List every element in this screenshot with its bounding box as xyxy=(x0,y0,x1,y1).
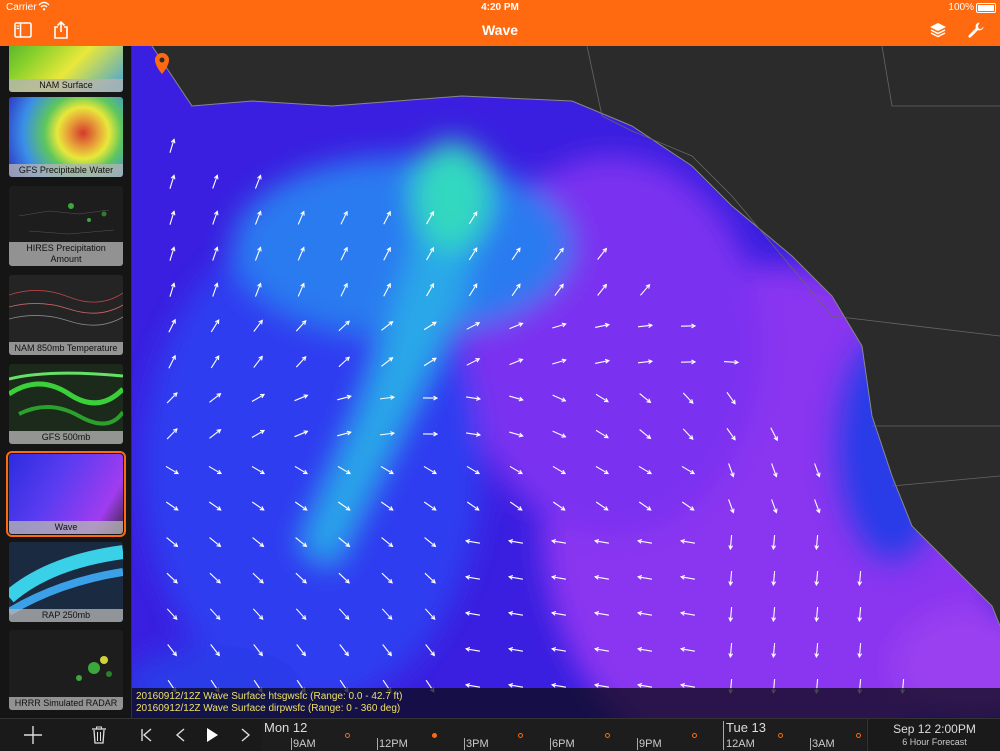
forecast-step-marker[interactable] xyxy=(605,733,610,738)
sidebar-item-nam-850mb[interactable]: NAM 850mb Temperature xyxy=(9,275,123,355)
sidebar-item-label: HIRES Precipitation Amount xyxy=(9,242,123,266)
clock: 4:20 PM xyxy=(0,2,1000,13)
wave-height-range: 20160912/12Z Wave Surface htsgwsfc (Rang… xyxy=(136,691,402,702)
hour-tick xyxy=(464,738,465,750)
timeline-hour-label: 6PM xyxy=(552,738,575,750)
forecast-step-marker-current[interactable] xyxy=(432,733,437,738)
trash-icon[interactable] xyxy=(90,723,108,747)
sidebar-item-hrrr-radar[interactable]: HRRR Simulated RADAR xyxy=(9,630,123,710)
battery-percentage: 100% xyxy=(948,2,974,13)
sidebar-item-gfs-precipitable-water[interactable]: GFS Precipitable Water xyxy=(9,97,123,177)
status-bar: Carrier 4:20 PM 100% xyxy=(0,0,1000,16)
model-sidebar[interactable]: NAM Surface GFS Precipitable Water HIRES… xyxy=(0,46,132,718)
map-canvas xyxy=(132,46,1000,718)
forecast-step-marker[interactable] xyxy=(345,733,350,738)
sidebar-item-hires-precipitation[interactable]: HIRES Precipitation Amount xyxy=(9,186,123,266)
sidebar-item-label: NAM Surface xyxy=(9,79,123,92)
hour-tick xyxy=(291,738,292,750)
timeline-hour-label: 9PM xyxy=(639,738,662,750)
timeline-hour-label: 9AM xyxy=(293,738,316,750)
sidebar-item-label: Wave xyxy=(9,521,123,534)
timeline-hour-label: 3PM xyxy=(466,738,489,750)
sidebar-item-label: NAM 850mb Temperature xyxy=(9,342,123,355)
play-icon[interactable] xyxy=(203,723,221,747)
forecast-date: Sep 12 2:00PM xyxy=(868,722,1000,736)
previous-icon[interactable] xyxy=(172,723,190,747)
hour-tick xyxy=(810,738,811,750)
page-title: Wave xyxy=(0,22,1000,38)
sidebar-item-wave[interactable]: Wave xyxy=(9,454,123,534)
layer-info-overlay: 20160912/12Z Wave Surface htsgwsfc (Rang… xyxy=(132,688,1000,718)
forecast-step-marker[interactable] xyxy=(778,733,783,738)
top-bar: Carrier 4:20 PM 100% Wave xyxy=(0,0,1000,46)
wave-map[interactable] xyxy=(132,46,1000,718)
next-icon[interactable] xyxy=(236,723,254,747)
forecast-time-display: Sep 12 2:00PM 6 Hour Forecast xyxy=(867,719,1000,751)
forecast-label: 6 Hour Forecast xyxy=(868,737,1000,747)
sidebar-item-label: HRRR Simulated RADAR xyxy=(9,697,123,710)
hour-tick xyxy=(637,738,638,750)
forecast-step-marker[interactable] xyxy=(856,733,861,738)
hour-tick xyxy=(550,738,551,750)
timeline-hour-label: 12AM xyxy=(726,738,755,750)
add-icon[interactable] xyxy=(22,723,44,747)
sidebar-item-label: GFS Precipitable Water xyxy=(9,164,123,177)
forecast-step-marker[interactable] xyxy=(518,733,523,738)
wrench-icon[interactable] xyxy=(965,20,987,40)
forecast-timeline[interactable]: Mon 12 Tue 13 9AM 12PM 3PM 6PM 9PM 12AM … xyxy=(262,719,866,751)
timeline-hour-label: 12PM xyxy=(379,738,408,750)
wave-direction-range: 20160912/12Z Wave Surface dirpwsfc (Rang… xyxy=(136,703,400,714)
timeline-hour-label: 3AM xyxy=(812,738,835,750)
timeline-day-label: Mon 12 xyxy=(264,720,307,735)
hour-tick xyxy=(377,738,378,750)
sidebar-item-nam-surface[interactable]: NAM Surface xyxy=(9,46,123,92)
day-divider xyxy=(723,721,724,750)
sidebar-item-gfs-500mb[interactable]: GFS 500mb xyxy=(9,364,123,444)
layers-icon[interactable] xyxy=(927,20,949,40)
timeline-day-label: Tue 13 xyxy=(726,720,766,735)
forecast-step-marker[interactable] xyxy=(692,733,697,738)
sidebar-item-rap-250mb[interactable]: RAP 250mb xyxy=(9,542,123,622)
sidebar-item-label: RAP 250mb xyxy=(9,609,123,622)
skip-start-icon[interactable] xyxy=(138,723,156,747)
bottom-toolbar: Mon 12 Tue 13 9AM 12PM 3PM 6PM 9PM 12AM … xyxy=(0,718,1000,751)
sidebar-item-label: GFS 500mb xyxy=(9,431,123,444)
battery-icon xyxy=(976,3,996,13)
